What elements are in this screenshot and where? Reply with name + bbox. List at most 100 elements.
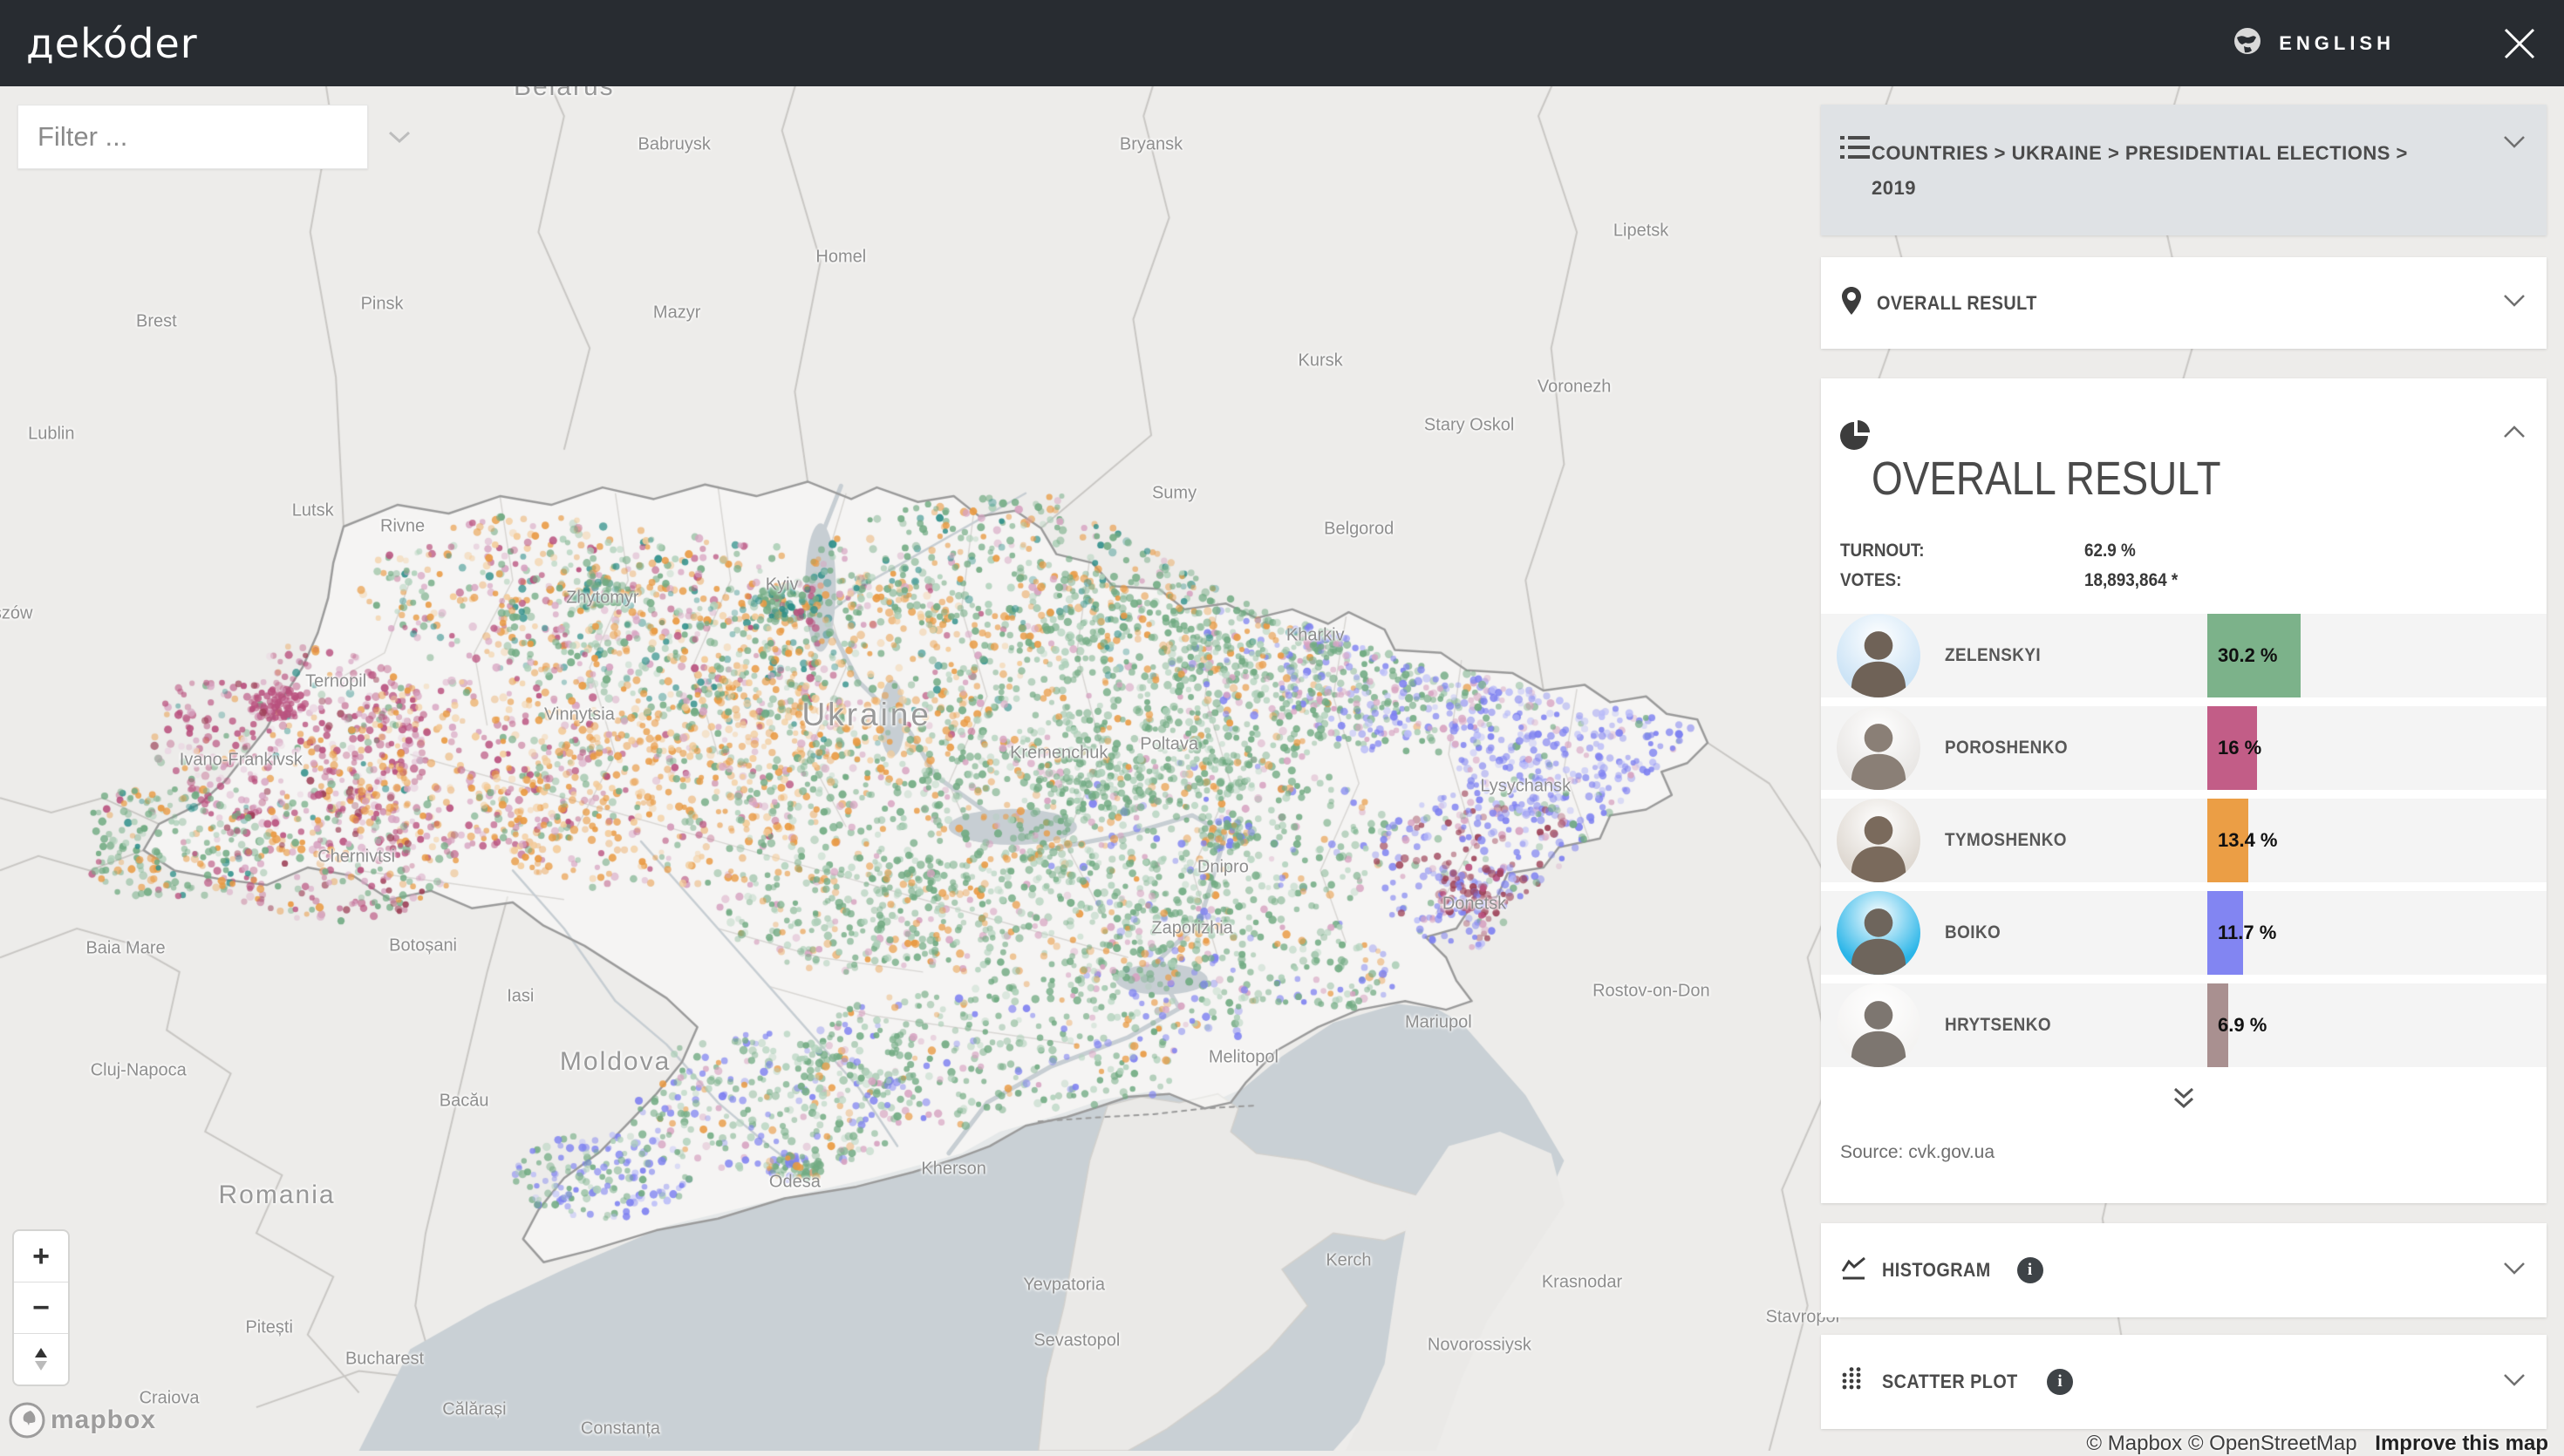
map-label: Yevpatoria [1023,1276,1105,1296]
map-label: Kremenchuk [1010,743,1108,763]
map-label: Lutsk [292,500,334,520]
candidate-row[interactable]: BOIKO 11.7 % [1821,891,2547,975]
scatter-plot-icon [1840,1367,1868,1398]
candidate-avatar [1837,614,1920,697]
map-label: Pitești [245,1317,292,1337]
candidate-name: POROSHENKO [1945,738,2068,759]
osm-attribution-link[interactable]: © OpenStreetMap [2188,1432,2357,1455]
map-label: Botoșani [389,936,457,956]
chevron-down-icon[interactable] [2501,134,2527,154]
map-label: Bacău [440,1091,489,1111]
globe-icon [2232,25,2263,62]
result-percentage: 30.2 % [2218,644,2278,667]
map-label: Odesa [769,1173,821,1193]
map-label: Brest [136,312,177,332]
map-label: Zhytomyr [566,588,638,608]
filter-input[interactable] [18,120,387,153]
map-label: Stary Oskol [1424,415,1514,435]
list-icon [1840,134,1870,165]
map-label: szów [0,603,32,623]
show-more-chevron-icon[interactable] [2158,1086,2210,1112]
map-label: Krasnodar [1542,1272,1622,1292]
chevron-down-icon[interactable] [2501,1261,2527,1281]
votes-value: 18,893,864 * [2084,570,2178,591]
zoom-controls: + − [14,1231,68,1385]
map-label: Homel [815,247,866,267]
map-label: Rostov-on-Don [1592,981,1710,1001]
candidate-list: ZELENSKYI30.2 % POROSHENKO 16 % TYMOSHENKO1… [1821,614,2547,1067]
map-label: Kharkiv [1286,625,1345,645]
map-attribution: © Mapbox © OpenStreetMap Improve this ma… [2086,1432,2548,1456]
close-icon[interactable] [2499,24,2540,64]
candidate-avatar [1837,891,1920,975]
chevron-down-icon[interactable] [2501,1372,2527,1392]
map-label: Pinsk [361,295,404,315]
result-percentage: 13.4 % [2218,829,2278,852]
candidate-avatar [1837,706,1920,790]
mapbox-logo[interactable]: mapbox [9,1402,156,1439]
candidate-avatar [1837,799,1920,882]
map-label: Bucharest [345,1350,424,1370]
overall-result-title: OVERALL RESULT [1872,452,2445,506]
candidate-row[interactable]: POROSHENKO 16 % [1821,706,2547,790]
map-label: Donetsk [1442,894,1506,914]
overall-result-collapsed-section[interactable]: OVERALL RESULT [1821,257,2547,349]
mapbox-attribution-link[interactable]: © Mapbox [2086,1432,2182,1455]
map-label: Melitopol [1209,1048,1279,1068]
breadcrumb: COUNTRIES > UKRAINE > PRESIDENTIAL ELECT… [1872,136,2447,206]
language-label: ENGLISH [2279,32,2395,55]
map-label: Kursk [1299,351,1343,371]
info-icon[interactable]: i [2047,1369,2073,1395]
section-title: OVERALL RESULT [1877,292,2037,315]
map-label: Mazyr [653,303,700,323]
map-label: Sumy [1152,483,1197,503]
map-label: Kherson [921,1160,986,1180]
result-percentage: 16 % [2218,737,2261,759]
histogram-section[interactable]: HISTOGRAM i [1821,1223,2547,1317]
zoom-out-button[interactable]: − [14,1283,68,1334]
map-label: Dnipro [1197,858,1249,878]
top-bar: дekóder ENGLISH [0,0,2564,86]
map-label: Bryansk [1120,135,1183,155]
candidate-name: BOIKO [1945,922,2001,943]
mapbox-wordmark: mapbox [51,1405,156,1435]
chevron-up-icon[interactable] [2501,424,2527,444]
map-label: Kyiv [766,575,799,595]
turnout-label: TURNOUT: [1840,541,1925,561]
chevron-down-icon[interactable] [387,105,412,168]
improve-map-link[interactable]: Improve this map [2375,1432,2548,1455]
language-selector[interactable]: ENGLISH [2232,25,2395,62]
result-percentage: 11.7 % [2218,922,2276,944]
map-label: Chernivtsi [317,847,395,867]
zoom-in-button[interactable]: + [14,1231,68,1283]
map-label: Kerch [1326,1251,1371,1271]
map-label: Constanța [581,1419,660,1439]
candidate-row[interactable]: ZELENSKYI30.2 % [1821,614,2547,697]
map-label: Poltava [1140,734,1198,754]
result-percentage: 6.9 % [2218,1014,2267,1037]
map-label: Călărași [442,1400,506,1420]
candidate-row[interactable]: HRYTSENKO6.9 % [1821,983,2547,1067]
map-label: Lublin [28,424,74,444]
votes-label: VOTES: [1840,570,1901,591]
dekoder-logo[interactable]: дekóder [26,20,198,67]
overall-stats: TURNOUT: 62.9 % VOTES: 18,893,864 * [1840,541,2547,600]
info-icon[interactable]: i [2017,1257,2043,1283]
chevron-down-icon[interactable] [2501,293,2527,313]
scatter-plot-section[interactable]: SCATTER PLOT i [1821,1335,2547,1429]
map-label: Zaporizhia [1151,918,1232,938]
compass-button[interactable] [14,1334,68,1385]
candidate-photo [1837,983,1920,1067]
candidate-photo [1837,614,1920,697]
source-note: Source: cvk.gov.ua [1840,1142,2547,1163]
candidate-row[interactable]: TYMOSHENKO13.4 % [1821,799,2547,882]
breadcrumb-card[interactable]: COUNTRIES > UKRAINE > PRESIDENTIAL ELECT… [1821,105,2547,235]
map-label: Lysychansk [1480,776,1571,796]
candidate-photo [1837,706,1920,790]
map-label: Cluj-Napoca [91,1061,187,1081]
map-label: Moldova [560,1047,671,1077]
map-label: Babruysk [638,135,711,155]
map-label: Belgorod [1324,520,1394,540]
candidate-photo [1837,799,1920,882]
map-label: Ukraine [801,697,931,733]
